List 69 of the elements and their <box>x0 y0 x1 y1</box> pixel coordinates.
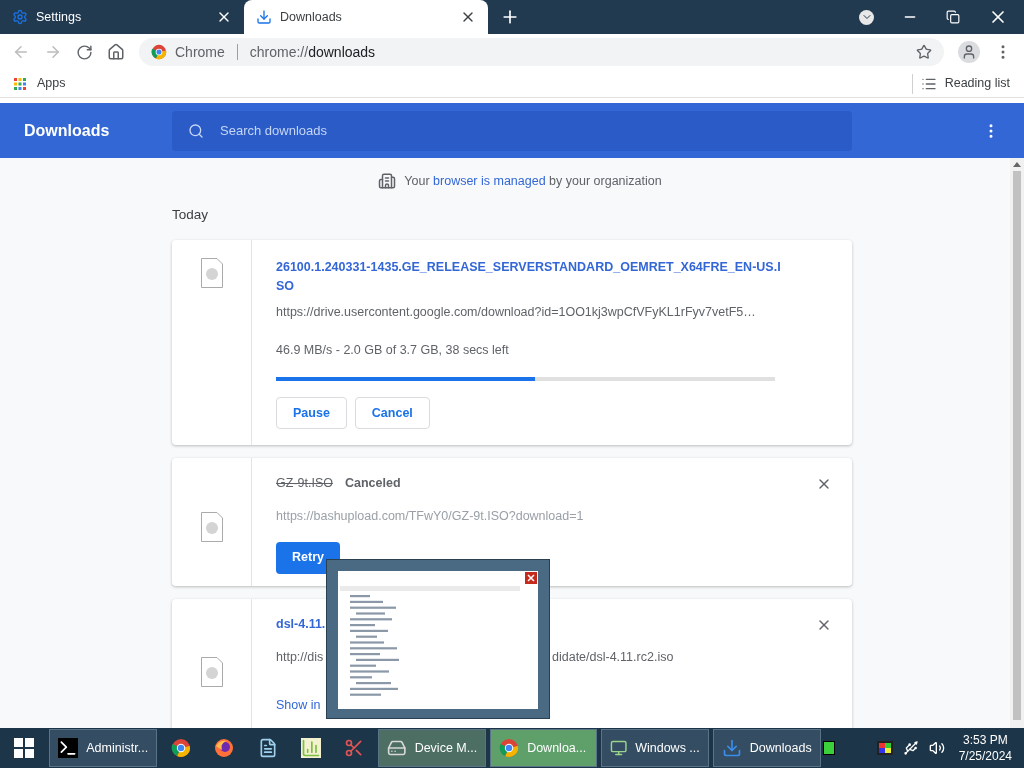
file-name-link[interactable]: 26100.1.240331-1435.GE_RELEASE_SERVERSTANDARD_OEMRET_X64FRE_EN-US.ISO <box>276 257 784 296</box>
reading-list-button[interactable]: Reading list <box>944 74 1010 93</box>
apps-grid-icon <box>14 77 26 90</box>
window-thumbnail[interactable] <box>326 559 550 719</box>
search-field[interactable]: Search downloads <box>172 110 852 151</box>
chart-icon <box>301 738 322 758</box>
taskbar-button[interactable]: Windows ... <box>600 729 709 767</box>
windows-logo-icon <box>13 738 34 758</box>
usb-icon[interactable] <box>902 740 919 756</box>
scroll-up-arrow-icon[interactable] <box>1013 162 1021 167</box>
reload-icon[interactable] <box>76 43 93 61</box>
profile-avatar[interactable] <box>958 41 980 63</box>
gear-icon <box>12 9 28 25</box>
tab-title: Settings <box>36 8 83 26</box>
drive-icon <box>387 738 407 758</box>
file-name: GZ-9t.ISO <box>276 475 333 493</box>
url-text: chrome://downloads <box>249 42 376 62</box>
color-display-icon[interactable] <box>876 741 893 755</box>
download-icon <box>721 738 742 758</box>
file-name-link[interactable]: dsl-4.11. <box>276 614 852 634</box>
site-label: Chrome <box>175 42 225 62</box>
home-icon[interactable] <box>107 43 125 61</box>
taskbar-button[interactable]: Administr... <box>49 729 158 767</box>
chrome-icon <box>151 44 167 60</box>
browser-tab[interactable]: Settings <box>0 0 244 34</box>
cancel-button[interactable]: Cancel <box>354 397 430 430</box>
browser-tab[interactable]: Downloads <box>244 0 488 34</box>
section-title: Today <box>172 206 209 222</box>
taskbar-button[interactable]: Device M... <box>378 729 487 767</box>
tab-search-icon[interactable] <box>859 9 874 25</box>
progress-status: 46.9 MB/s - 2.0 GB of 3.7 GB, 38 secs left <box>276 341 510 359</box>
restore-icon[interactable] <box>946 10 960 24</box>
chrome-icon <box>499 738 520 758</box>
managed-link[interactable]: browser is managed <box>433 174 546 188</box>
tab-title: Downloads <box>280 8 343 26</box>
source-url: https://drive.usercontent.google.com/download?id=1OO1kj3wpCfVFyKL1rFyv7vetF5… <box>276 303 757 321</box>
chrome-icon <box>170 738 191 758</box>
clock-date[interactable]: 7/25/2024 <box>958 748 1013 764</box>
taskbar-label: Device M... <box>414 739 478 757</box>
managed-notice: Your browser is managed by your organization <box>404 173 662 190</box>
page-title: Downloads <box>23 120 111 141</box>
monitor-icon <box>609 738 628 758</box>
retry-button[interactable]: Retry <box>276 541 340 574</box>
source-url: https://bashupload.com/TFwY0/GZ-9t.ISO?download=1 <box>276 508 585 525</box>
address-bar[interactable]: Chrome chrome://downloads <box>139 38 944 66</box>
firefox-icon <box>214 738 235 758</box>
bookmark-star-icon[interactable] <box>916 44 932 60</box>
building-icon <box>378 172 397 191</box>
source-url: http://dis <box>276 648 325 666</box>
search-icon <box>188 122 204 139</box>
tray-app-icon[interactable] <box>822 741 835 755</box>
clock-time[interactable]: 3:53 PM <box>963 732 1008 748</box>
scrollbar[interactable] <box>1010 158 1024 728</box>
search-input[interactable]: Search downloads <box>220 120 836 141</box>
apps-link[interactable]: Apps <box>37 74 66 93</box>
taskbar-label: Windows ... <box>635 739 700 757</box>
taskbar-button[interactable]: Downloads <box>712 729 821 767</box>
taskbar-label: Downloads <box>749 739 812 757</box>
file-icon <box>200 656 223 687</box>
file-icon <box>200 512 223 542</box>
source-url: didate/dsl-4.11.rc2.iso <box>552 648 675 666</box>
file-icon <box>200 257 223 288</box>
pause-button[interactable]: Pause <box>276 397 347 430</box>
taskbar-label: Administr... <box>86 739 149 757</box>
terminal-icon <box>58 738 79 758</box>
download-icon <box>256 9 272 25</box>
taskbar-label: Downloa... <box>527 739 587 757</box>
download-status: Canceled <box>344 475 401 493</box>
show-in-folder-link[interactable]: Show in <box>276 696 321 715</box>
